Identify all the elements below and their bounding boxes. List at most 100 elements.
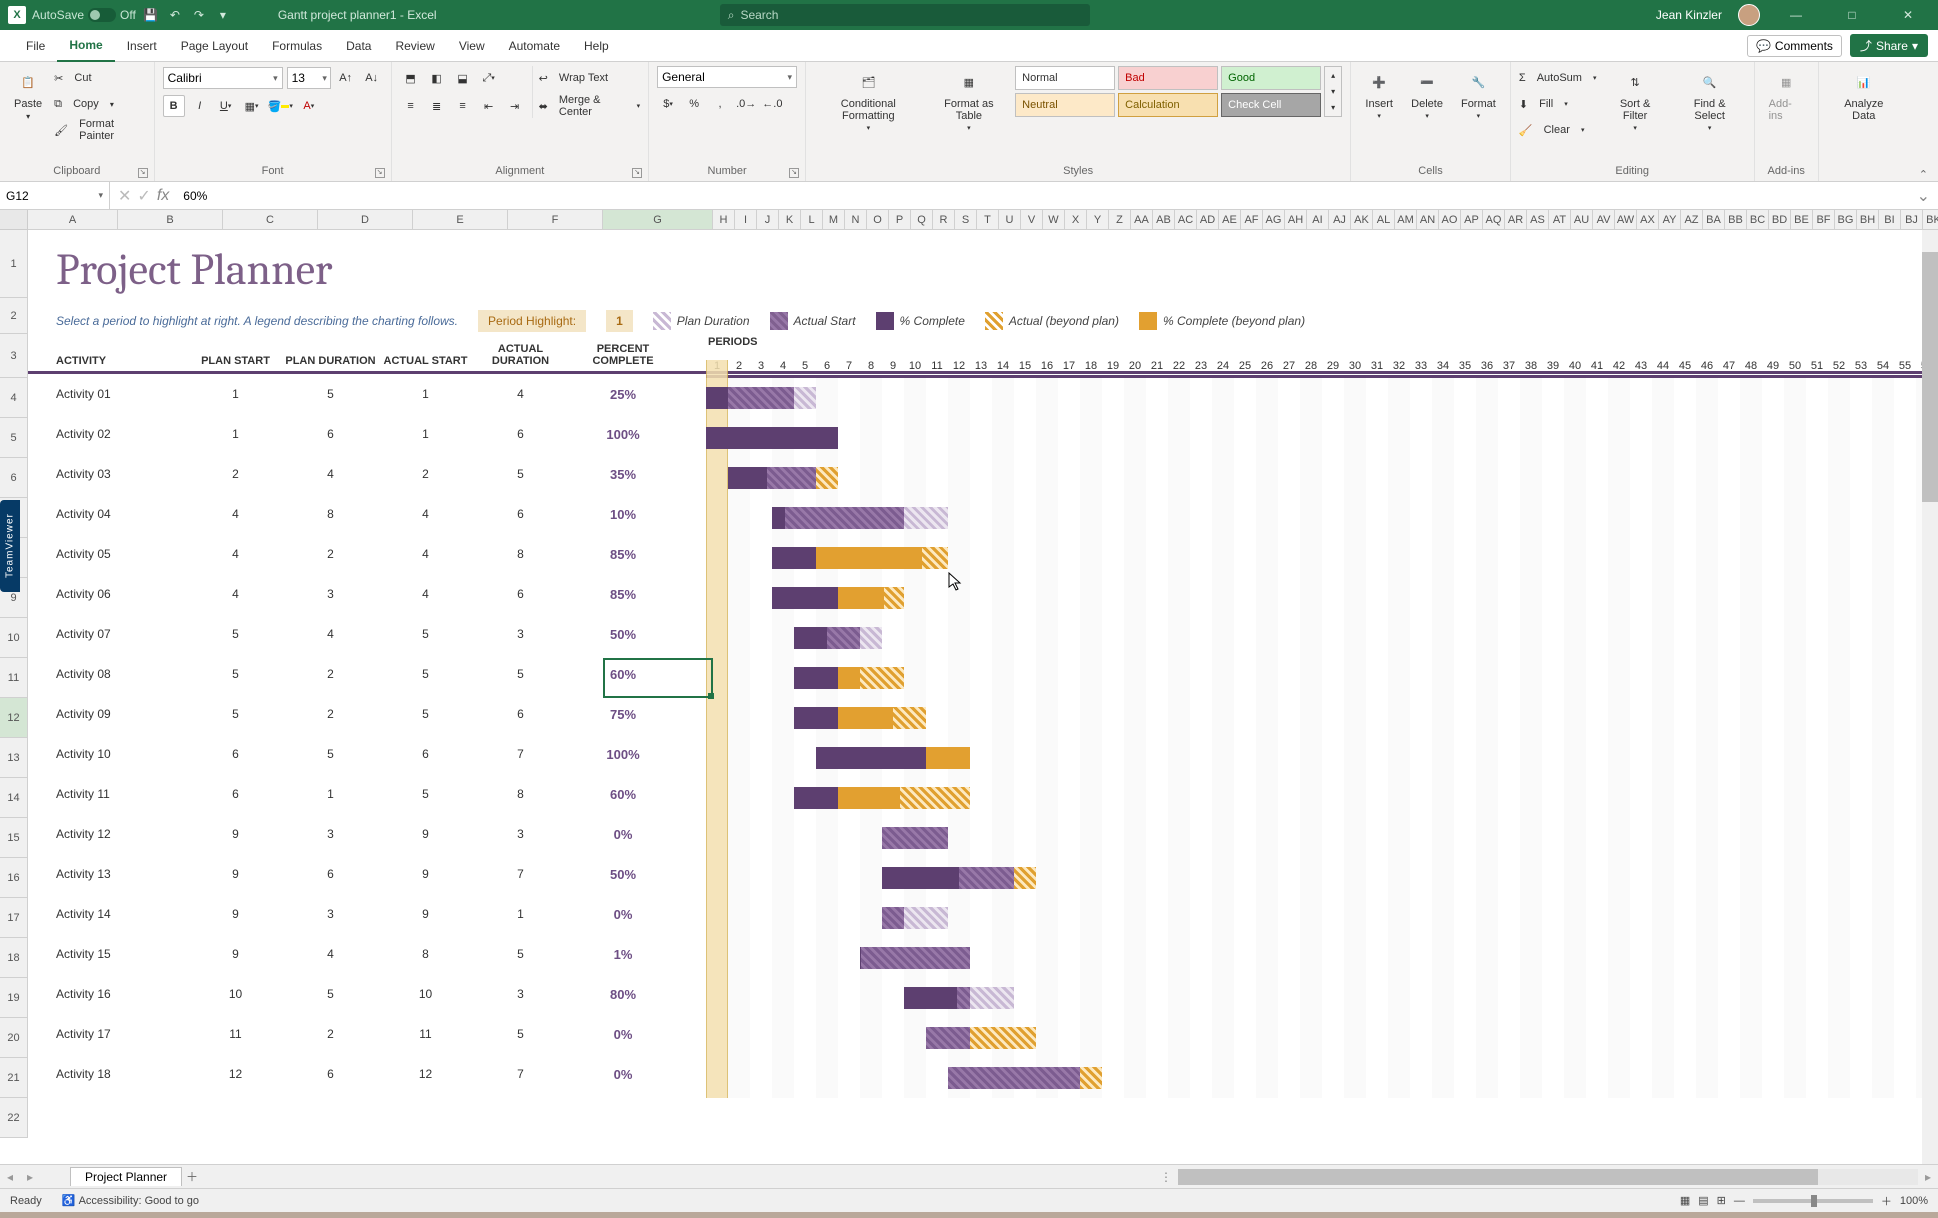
col-header[interactable]: BJ	[1901, 210, 1923, 230]
col-header[interactable]: AJ	[1329, 210, 1351, 230]
sheet-nav-next-icon[interactable]: ▸	[20, 1170, 40, 1184]
col-header[interactable]: U	[999, 210, 1021, 230]
cell-plan-duration[interactable]: 8	[283, 507, 378, 521]
teamviewer-side-tab[interactable]: TeamViewer	[0, 500, 20, 592]
col-header[interactable]: BH	[1857, 210, 1879, 230]
window-close-icon[interactable]: ✕	[1888, 0, 1928, 30]
cell-actual-duration[interactable]: 7	[473, 747, 568, 761]
col-header[interactable]: AE	[1219, 210, 1241, 230]
col-header[interactable]: W	[1043, 210, 1065, 230]
cell-activity[interactable]: Activity 18	[28, 1067, 188, 1081]
col-header[interactable]: AY	[1659, 210, 1681, 230]
cell-plan-duration[interactable]: 2	[283, 667, 378, 681]
view-page-layout-icon[interactable]: ▤	[1698, 1194, 1708, 1207]
col-header[interactable]: AP	[1461, 210, 1483, 230]
status-accessibility[interactable]: Accessibility: Good to go	[79, 1195, 199, 1207]
cell-plan-start[interactable]: 5	[188, 627, 283, 641]
table-row[interactable]: Activity 11615860%	[28, 774, 1938, 814]
zoom-out-icon[interactable]: —	[1734, 1195, 1745, 1207]
row-header[interactable]: 3	[0, 334, 28, 378]
col-header[interactable]: V	[1021, 210, 1043, 230]
cell-percent-complete[interactable]: 85%	[568, 587, 678, 602]
zoom-thumb[interactable]	[1811, 1195, 1817, 1207]
style-good[interactable]: Good	[1221, 66, 1321, 90]
window-maximize-icon[interactable]: □	[1832, 0, 1872, 30]
cell-actual-duration[interactable]: 6	[473, 587, 568, 601]
col-header[interactable]: AC	[1175, 210, 1197, 230]
cell-actual-duration[interactable]: 7	[473, 1067, 568, 1081]
table-row[interactable]: Activity 08525560%	[28, 654, 1938, 694]
styles-gallery-spinner[interactable]: ▴▾▾	[1324, 66, 1342, 117]
orientation-icon[interactable]: ⤢▾	[478, 67, 500, 89]
decrease-decimal-icon[interactable]: ←.0	[761, 93, 783, 115]
cell-actual-start[interactable]: 4	[378, 587, 473, 601]
save-icon[interactable]: 💾	[142, 6, 160, 24]
sheet-tab[interactable]: Project Planner	[70, 1167, 182, 1186]
comma-format-icon[interactable]: ,	[709, 93, 731, 115]
cell-actual-start[interactable]: 2	[378, 467, 473, 481]
cell-actual-start[interactable]: 1	[378, 387, 473, 401]
sheet-canvas[interactable]: Project Planner Select a period to highl…	[28, 230, 1938, 1164]
increase-indent-icon[interactable]: ⇥	[504, 95, 526, 117]
cell-plan-duration[interactable]: 3	[283, 827, 378, 841]
col-header[interactable]: AV	[1593, 210, 1615, 230]
cell-activity[interactable]: Activity 03	[28, 467, 188, 481]
row-header[interactable]: 15	[0, 818, 28, 858]
cell-plan-start[interactable]: 5	[188, 667, 283, 681]
col-header[interactable]: B	[118, 210, 223, 230]
cell-actual-start[interactable]: 5	[378, 667, 473, 681]
increase-decimal-icon[interactable]: .0→	[735, 93, 757, 115]
accounting-format-icon[interactable]: $▾	[657, 93, 679, 115]
cell-plan-duration[interactable]: 1	[283, 787, 378, 801]
tab-home[interactable]: Home	[57, 30, 114, 62]
view-page-break-icon[interactable]: ⊞	[1717, 1194, 1726, 1207]
col-header[interactable]: AR	[1505, 210, 1527, 230]
copy-button[interactable]: ⧉ Copy ▾	[54, 92, 145, 116]
cell-activity[interactable]: Activity 05	[28, 547, 188, 561]
row-header[interactable]: 13	[0, 738, 28, 778]
align-bottom-icon[interactable]: ⬓	[452, 67, 474, 89]
formula-input[interactable]	[183, 189, 1902, 203]
cell-plan-duration[interactable]: 3	[283, 587, 378, 601]
col-header[interactable]: E	[413, 210, 508, 230]
cell-plan-duration[interactable]: 5	[283, 747, 378, 761]
cancel-icon[interactable]: ✕	[118, 186, 131, 206]
wrap-text-button[interactable]: ↩ Wrap Text	[539, 66, 640, 90]
cell-plan-start[interactable]: 4	[188, 547, 283, 561]
col-header[interactable]: F	[508, 210, 603, 230]
align-right-icon[interactable]: ≡	[452, 95, 474, 117]
row-header[interactable]: 4	[0, 378, 28, 418]
decrease-indent-icon[interactable]: ⇤	[478, 95, 500, 117]
style-calculation[interactable]: Calculation	[1118, 93, 1218, 117]
col-header[interactable]: AT	[1549, 210, 1571, 230]
collapse-ribbon-icon[interactable]: ⌃	[1909, 168, 1938, 181]
font-size-input[interactable]	[288, 71, 320, 85]
cell-activity[interactable]: Activity 13	[28, 867, 188, 881]
cell-plan-start[interactable]: 1	[188, 427, 283, 441]
borders-button[interactable]: ▦▾	[241, 95, 263, 117]
col-header[interactable]: AS	[1527, 210, 1549, 230]
window-minimize-icon[interactable]: —	[1776, 0, 1816, 30]
name-box-input[interactable]	[6, 189, 98, 203]
col-header[interactable]: BI	[1879, 210, 1901, 230]
row-header[interactable]: 16	[0, 858, 28, 898]
clear-button[interactable]: 🧹 Clear ▾	[1519, 118, 1597, 142]
col-header[interactable]: AB	[1153, 210, 1175, 230]
number-format-combo[interactable]: ▾	[657, 66, 797, 88]
accessibility-icon[interactable]: ♿	[62, 1194, 76, 1207]
col-header[interactable]: N	[845, 210, 867, 230]
col-header[interactable]: AO	[1439, 210, 1461, 230]
cell-actual-start[interactable]: 5	[378, 627, 473, 641]
col-header[interactable]: AN	[1417, 210, 1439, 230]
cell-actual-start[interactable]: 4	[378, 507, 473, 521]
chevron-down-icon[interactable]: ▾	[98, 190, 103, 201]
cell-actual-duration[interactable]: 7	[473, 867, 568, 881]
cell-plan-duration[interactable]: 4	[283, 467, 378, 481]
col-header[interactable]: AK	[1351, 210, 1373, 230]
autosave-toggle[interactable]: AutoSave Off	[32, 8, 136, 22]
row-header[interactable]: 19	[0, 978, 28, 1018]
cell-activity[interactable]: Activity 11	[28, 787, 188, 801]
col-header[interactable]: X	[1065, 210, 1087, 230]
fill-color-button[interactable]: 🪣▾	[267, 95, 294, 117]
autosum-button[interactable]: Σ AutoSum ▾	[1519, 66, 1597, 90]
